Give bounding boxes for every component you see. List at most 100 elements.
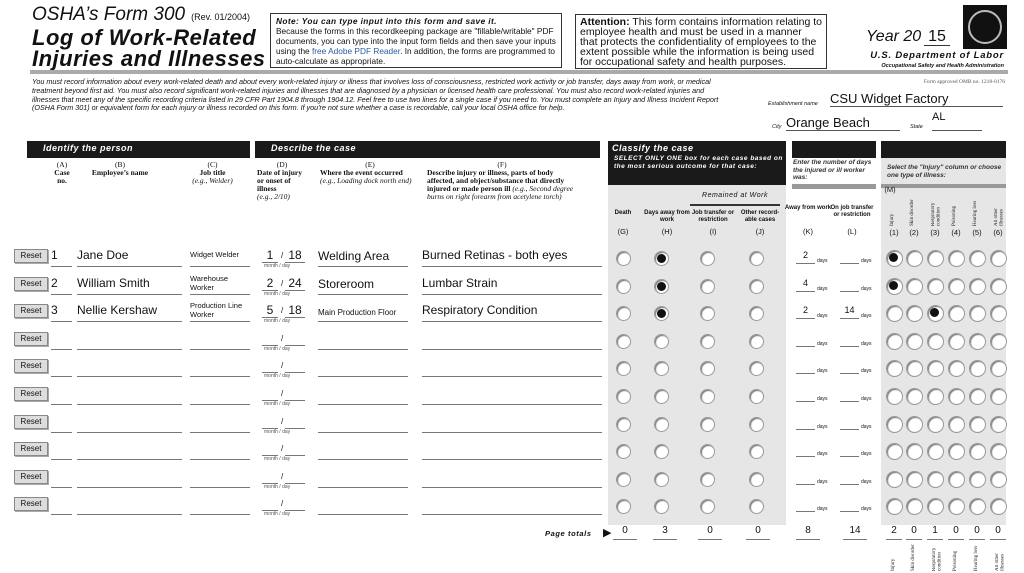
type-radio-6[interactable] — [990, 470, 1007, 488]
month-input[interactable] — [262, 358, 278, 374]
case-no-input[interactable] — [51, 469, 72, 488]
job-title-input[interactable] — [190, 333, 250, 350]
where-input[interactable] — [318, 441, 408, 461]
month-input[interactable] — [262, 496, 278, 512]
outcome-radio-h[interactable] — [654, 251, 669, 266]
day-input[interactable] — [285, 358, 305, 374]
outcome-radio-h[interactable] — [654, 471, 669, 487]
case-no-input[interactable] — [51, 386, 72, 405]
day-input[interactable] — [285, 331, 305, 346]
employee-name-input[interactable]: Jane Doe — [77, 248, 182, 267]
month-input[interactable] — [262, 331, 278, 346]
type-radio-6[interactable] — [990, 388, 1007, 405]
employee-name-input[interactable] — [77, 469, 182, 488]
days-transfer-input[interactable] — [840, 443, 859, 458]
outcome-radio-i[interactable] — [700, 278, 715, 294]
day-input[interactable] — [285, 414, 305, 429]
case-no-input[interactable]: 3 — [51, 303, 72, 323]
describe-input[interactable] — [422, 414, 602, 433]
outcome-radio-j[interactable] — [749, 333, 764, 349]
outcome-radio-j[interactable] — [749, 389, 764, 404]
type-radio-4[interactable] — [948, 388, 965, 405]
job-title-input[interactable] — [190, 416, 250, 433]
job-title-input[interactable] — [190, 471, 250, 488]
type-radio-1[interactable] — [886, 277, 903, 295]
job-title-input[interactable]: Warehouse Worker — [190, 274, 250, 295]
outcome-radio-i[interactable] — [700, 251, 715, 266]
type-radio-3[interactable] — [927, 470, 944, 488]
outcome-radio-h[interactable] — [654, 389, 669, 404]
reset-button[interactable]: Reset — [14, 331, 48, 346]
days-transfer-input[interactable] — [840, 333, 859, 347]
reset-button[interactable]: Reset — [14, 497, 48, 512]
day-input[interactable]: 24 — [285, 276, 305, 291]
type-radio-2[interactable] — [906, 332, 923, 350]
month-input[interactable]: 5 — [262, 303, 278, 319]
type-radio-4[interactable] — [948, 250, 965, 267]
outcome-radio-i[interactable] — [700, 333, 715, 349]
days-transfer-input[interactable] — [840, 250, 859, 264]
outcome-radio-i[interactable] — [700, 389, 715, 404]
where-input[interactable] — [318, 358, 408, 378]
month-input[interactable] — [262, 469, 278, 484]
job-title-input[interactable] — [190, 388, 250, 405]
case-no-input[interactable] — [51, 496, 72, 516]
reset-button[interactable]: Reset — [14, 442, 48, 457]
type-radio-5[interactable] — [969, 415, 986, 433]
outcome-radio-g[interactable] — [616, 389, 631, 404]
day-input[interactable] — [285, 441, 305, 457]
adobe-reader-link[interactable]: free Adobe PDF Reader — [312, 46, 400, 56]
reset-button[interactable]: Reset — [14, 387, 48, 401]
describe-input[interactable]: Burned Retinas - both eyes — [422, 248, 602, 267]
where-input[interactable] — [318, 331, 408, 350]
case-no-input[interactable]: 2 — [51, 276, 72, 295]
days-away-input[interactable]: 2 — [796, 305, 815, 320]
where-input[interactable] — [318, 469, 408, 488]
type-radio-1[interactable] — [886, 470, 903, 488]
case-no-input[interactable]: 1 — [51, 248, 72, 267]
outcome-radio-j[interactable] — [749, 471, 764, 487]
type-radio-3[interactable] — [927, 388, 944, 405]
month-input[interactable]: 2 — [262, 276, 278, 291]
outcome-radio-g[interactable] — [616, 333, 631, 349]
type-radio-1[interactable] — [886, 415, 903, 433]
where-input[interactable]: Welding Area — [318, 248, 408, 267]
outcome-radio-g[interactable] — [616, 471, 631, 487]
days-away-input[interactable] — [796, 416, 815, 430]
type-radio-3[interactable] — [927, 250, 944, 267]
establishment-name-input[interactable]: CSU Widget Factory — [830, 91, 1003, 107]
day-input[interactable]: 18 — [285, 303, 305, 319]
type-radio-4[interactable] — [948, 470, 965, 488]
where-input[interactable] — [318, 386, 408, 405]
days-transfer-input[interactable] — [840, 388, 859, 402]
days-away-input[interactable] — [796, 498, 815, 513]
days-away-input[interactable]: 2 — [796, 250, 815, 264]
type-radio-4[interactable] — [948, 332, 965, 350]
type-radio-5[interactable] — [969, 332, 986, 350]
days-transfer-input[interactable] — [840, 471, 859, 485]
type-radio-5[interactable] — [969, 250, 986, 267]
outcome-radio-j[interactable] — [749, 416, 764, 432]
type-radio-2[interactable] — [906, 388, 923, 405]
describe-input[interactable] — [422, 386, 602, 405]
month-input[interactable] — [262, 386, 278, 401]
type-radio-4[interactable] — [948, 415, 965, 433]
outcome-radio-i[interactable] — [700, 416, 715, 432]
outcome-radio-g[interactable] — [616, 278, 631, 294]
employee-name-input[interactable] — [77, 496, 182, 516]
state-input[interactable]: AL — [932, 111, 982, 131]
type-radio-4[interactable] — [948, 277, 965, 295]
days-away-input[interactable] — [796, 388, 815, 402]
case-no-input[interactable] — [51, 441, 72, 461]
where-input[interactable] — [318, 414, 408, 433]
describe-input[interactable] — [422, 331, 602, 350]
where-input[interactable]: Storeroom — [318, 276, 408, 295]
reset-button[interactable]: Reset — [14, 469, 48, 484]
type-radio-1[interactable] — [886, 332, 903, 350]
outcome-radio-i[interactable] — [700, 471, 715, 487]
days-transfer-input[interactable] — [840, 360, 859, 375]
case-no-input[interactable] — [51, 331, 72, 350]
job-title-input[interactable]: Widget Welder — [190, 250, 250, 267]
employee-name-input[interactable] — [77, 331, 182, 350]
describe-input[interactable]: Lumbar Strain — [422, 276, 602, 295]
